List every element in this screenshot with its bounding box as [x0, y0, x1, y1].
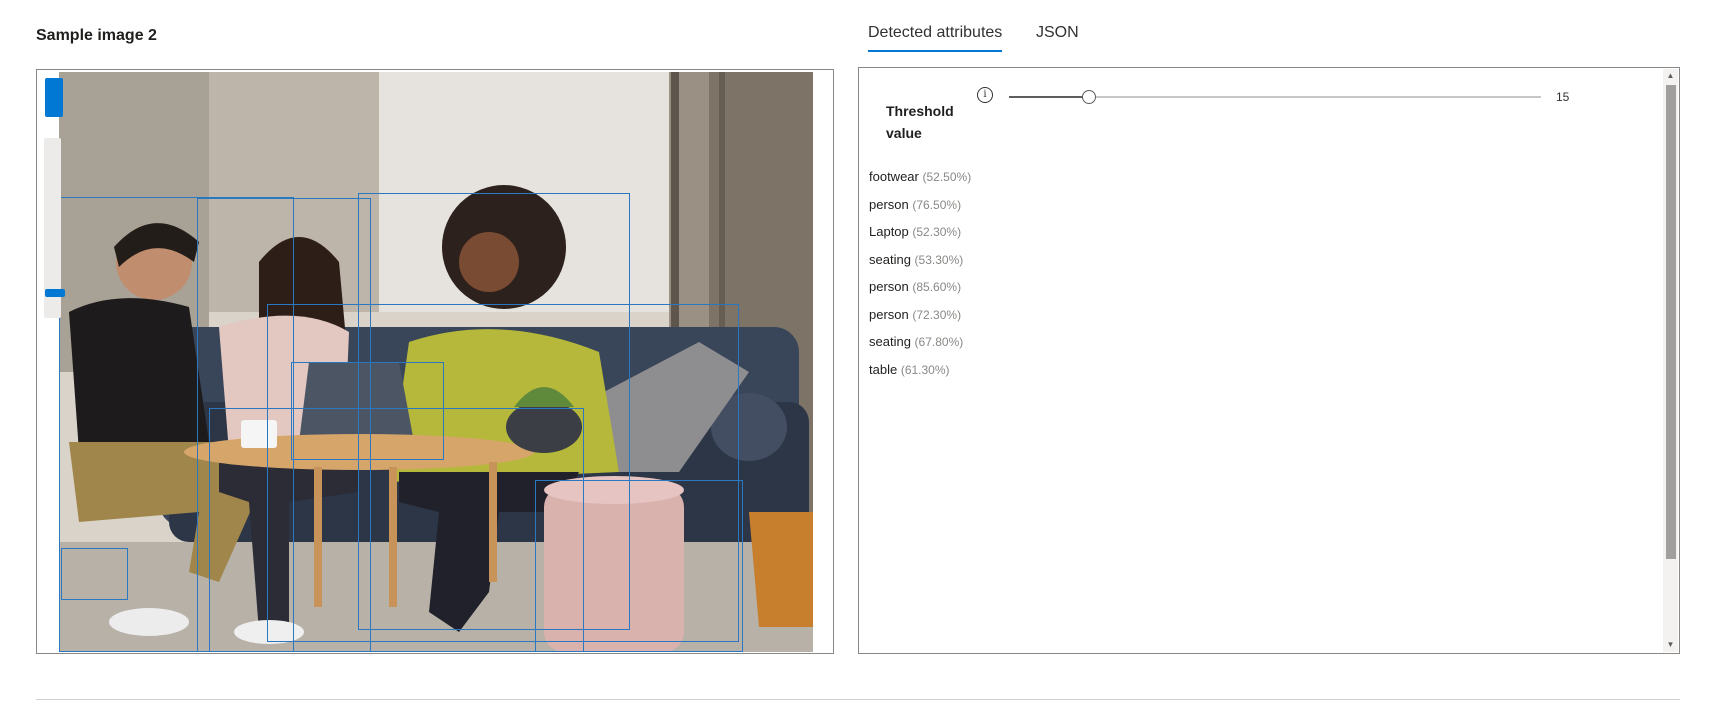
- tab-json[interactable]: JSON: [1036, 24, 1079, 50]
- image-viewer[interactable]: [36, 69, 834, 654]
- attribute-confidence: (76.50%): [912, 197, 962, 212]
- attribute-name: person: [869, 306, 909, 322]
- list-item: person (85.60%): [869, 278, 971, 306]
- threshold-value: 15: [1556, 90, 1570, 104]
- scrollbar-thumb[interactable]: [1666, 85, 1676, 559]
- attribute-confidence: (67.80%): [914, 335, 964, 349]
- list-item: table (61.30%): [869, 361, 971, 389]
- attribute-name: table: [869, 361, 898, 377]
- scroll-up-arrow-icon[interactable]: ▲: [1663, 69, 1678, 83]
- bbox-table[interactable]: [209, 408, 584, 652]
- list-item: seating (67.80%): [869, 333, 971, 361]
- attribute-confidence: (52.50%): [922, 170, 972, 184]
- bbox-seating-2[interactable]: [535, 480, 743, 652]
- info-icon[interactable]: i: [977, 87, 993, 103]
- zoom-in-handle[interactable]: [45, 78, 63, 117]
- sample-photo: [59, 72, 813, 652]
- attribute-confidence: (85.60%): [912, 280, 962, 294]
- threshold-slider[interactable]: [1009, 90, 1541, 104]
- slider-fill: [1009, 96, 1089, 98]
- attribute-name: person: [869, 279, 909, 294]
- list-item: Laptop (52.30%): [869, 223, 971, 251]
- vertical-scrollbar[interactable]: ▲ ▼: [1663, 69, 1678, 652]
- attribute-name: seating: [869, 251, 911, 267]
- threshold-label: Threshold value: [886, 103, 954, 141]
- section-divider: [36, 699, 1680, 700]
- list-item: person (72.30%): [869, 306, 971, 334]
- attribute-name: person: [869, 196, 909, 212]
- attribute-confidence: (52.30%): [912, 225, 962, 239]
- sample-image-title: Sample image 2: [36, 27, 157, 44]
- tab-detected-attributes[interactable]: Detected attributes: [868, 24, 1003, 52]
- slider-thumb[interactable]: [1081, 90, 1096, 104]
- detected-attributes-panel: Threshold value i 15 footwear (52.50%) p…: [858, 67, 1680, 654]
- list-item: seating (53.30%): [869, 251, 971, 279]
- attribute-name: Laptop: [869, 224, 909, 239]
- zoom-slider-thumb[interactable]: [45, 289, 65, 297]
- attribute-confidence: (72.30%): [912, 307, 962, 322]
- list-item: person (76.50%): [869, 196, 971, 224]
- attribute-list: footwear (52.50%) person (76.50%) Laptop…: [869, 168, 971, 388]
- attribute-name: footwear: [869, 169, 919, 184]
- scroll-down-arrow-icon[interactable]: ▼: [1663, 638, 1678, 652]
- attribute-confidence: (53.30%): [914, 252, 964, 267]
- attribute-name: seating: [869, 334, 911, 349]
- attribute-confidence: (61.30%): [900, 362, 950, 377]
- list-item: footwear (52.50%): [869, 168, 971, 196]
